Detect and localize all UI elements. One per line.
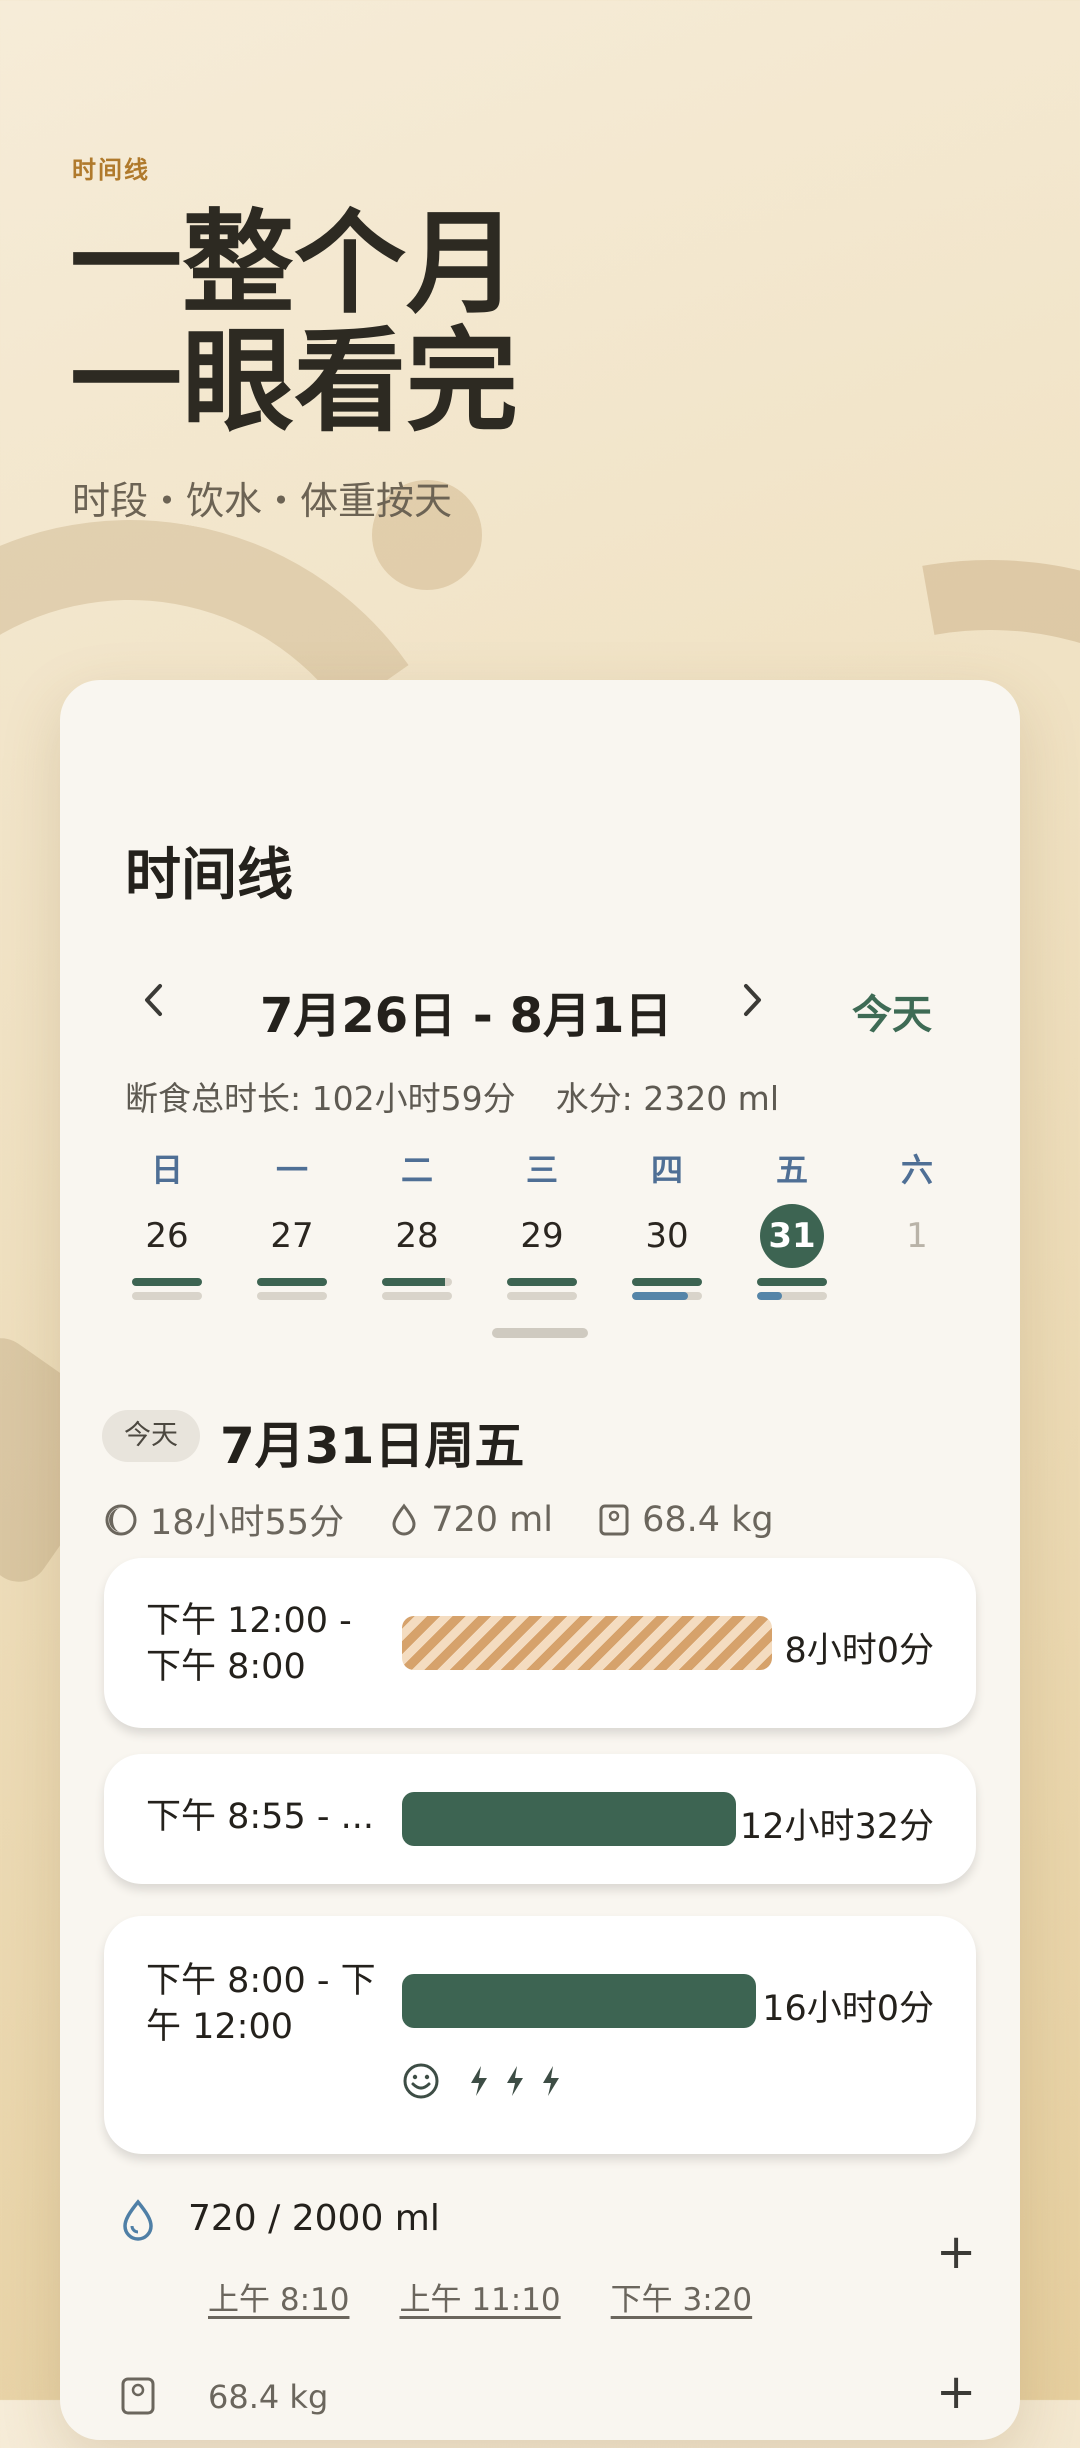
today-badge: 今天 — [102, 1410, 200, 1462]
headline-line: 一眼看完 — [70, 317, 518, 447]
weight-log: 68.4 kg + — [104, 2364, 976, 2448]
fasting-session-card[interactable]: 下午 8:00 - 下 午 12:00 16小时0分 — [104, 1916, 976, 2154]
water-stat-value: 720 ml — [431, 1499, 553, 1540]
water-drop-icon — [123, 2199, 153, 2241]
day-number: 28 — [395, 1216, 439, 1256]
session-duration: 12小时32分 — [739, 1807, 934, 1847]
chevron-left-icon — [145, 984, 162, 1016]
weekday-label: 一 — [275, 1151, 308, 1189]
day-number: 1 — [906, 1216, 928, 1256]
day-number: 27 — [270, 1216, 314, 1256]
session-progress-bar — [402, 1616, 772, 1670]
calendar-day-27[interactable]: 一 27 — [242, 1150, 342, 1300]
weight-stat: 68.4 kg — [598, 1500, 774, 1540]
water-progress-bar — [632, 1292, 702, 1300]
water-entry[interactable]: 下午 3:20 — [611, 2282, 752, 2318]
water-drop-icon — [392, 1503, 416, 1535]
week-summary: 断食总时长: 102小时59分 水分: 2320 ml — [125, 1072, 779, 1120]
weekday-label: 三 — [525, 1151, 558, 1189]
session-progress-bar — [402, 1792, 736, 1846]
fasting-stat-value: 18小时55分 — [150, 1503, 345, 1543]
chevron-right-icon — [744, 984, 761, 1016]
total-fasting-duration: 断食总时长: 102小时59分 — [125, 1079, 516, 1118]
next-week-button[interactable] — [740, 980, 766, 1031]
calendar-day-26[interactable]: 日 26 — [117, 1150, 217, 1300]
date-range: 7月26日 - 8月1日 — [260, 988, 673, 1044]
fasting-progress-bar — [257, 1278, 327, 1286]
water-progress-bar — [132, 1292, 202, 1300]
lightning-icon — [507, 2066, 523, 2096]
weekday-label: 二 — [400, 1151, 433, 1189]
session-duration: 8小时0分 — [784, 1631, 934, 1671]
water-progress-bar — [382, 1292, 452, 1300]
water-entries: 上午 8:10 上午 11:10 下午 3:20 — [208, 2274, 802, 2319]
water-entry[interactable]: 上午 8:10 — [208, 2282, 349, 2318]
session-progress-bar — [402, 1974, 756, 2028]
session-duration: 16小时0分 — [762, 1989, 934, 2029]
smile-icon — [403, 2063, 439, 2099]
moon-clock-icon — [105, 1504, 137, 1535]
scale-icon — [121, 2377, 155, 2415]
fasting-progress-bar — [507, 1278, 577, 1286]
calendar-day-1[interactable]: 六1 — [867, 1150, 967, 1268]
eyebrow-label: 时间线 — [72, 156, 150, 184]
headline-line: 一整个月 — [70, 199, 518, 329]
water-progress-bar — [757, 1292, 827, 1300]
session-tags — [402, 2062, 562, 2100]
water-progress-bar — [507, 1292, 577, 1300]
scale-icon — [599, 1504, 629, 1535]
fasting-session-card[interactable]: 下午 12:00 - 下午 8:00 8小时0分 — [104, 1558, 976, 1728]
subtitle: 时段・饮水・体重按天 — [72, 479, 453, 523]
water-amount: 720 / 2000 ml — [188, 2198, 440, 2239]
add-water-button[interactable]: + — [936, 2224, 976, 2280]
timeline-card: 时间线 7月26日 - 8月1日 今天 断食总时长: 102小时59分 水分: 2… — [60, 680, 1020, 2440]
calendar-day-31[interactable]: 五 31 — [742, 1150, 842, 1300]
water-entry[interactable]: 上午 11:10 — [399, 2282, 560, 2318]
session-time: 下午 8:55 - ... — [146, 1797, 374, 1837]
headline: 一整个月 一眼看完 — [70, 205, 518, 441]
water-log: 720 / 2000 ml 上午 8:10 上午 11:10 下午 3:20 + — [104, 2198, 976, 2338]
water-stat: 720 ml — [389, 1500, 553, 1540]
weekday-label: 六 — [900, 1151, 933, 1189]
day-number: 29 — [520, 1216, 564, 1256]
screen-title: 时间线 — [125, 843, 293, 908]
weekday-label: 四 — [650, 1151, 683, 1189]
day-number: 30 — [645, 1216, 689, 1256]
weekday-label: 五 — [775, 1151, 808, 1189]
fasting-progress-bar — [132, 1278, 202, 1286]
fasting-session-card[interactable]: 下午 8:55 - ... 12小时32分 — [104, 1754, 976, 1884]
weight-value: 68.4 kg — [208, 2378, 329, 2416]
today-button[interactable]: 今天 — [852, 982, 932, 1040]
day-title: 7月31日周五 — [220, 1417, 525, 1475]
session-time: 下午 12:00 - 下午 8:00 — [146, 1601, 352, 1687]
add-weight-button[interactable]: + — [936, 2364, 976, 2420]
lightning-icon — [543, 2066, 559, 2096]
calendar-day-30[interactable]: 四 30 — [617, 1150, 717, 1300]
total-water: 水分: 2320 ml — [555, 1079, 779, 1118]
day-stats: 18小时55分 720 ml 68.4 kg — [104, 1494, 808, 1546]
fasting-progress-bar — [632, 1278, 702, 1286]
water-progress-bar — [257, 1292, 327, 1300]
session-time: 下午 8:00 - 下 午 12:00 — [146, 1961, 376, 2047]
weight-stat-value: 68.4 kg — [642, 1499, 774, 1540]
week-strip: 日 26 一 27 二 28 三 29 四 30 五 31 六 1 — [125, 1150, 1005, 1300]
drag-handle[interactable] — [492, 1328, 588, 1338]
previous-week-button[interactable] — [140, 980, 166, 1031]
calendar-day-29[interactable]: 三 29 — [492, 1150, 592, 1300]
fasting-progress-bar — [757, 1278, 827, 1286]
day-number: 31 — [760, 1204, 824, 1268]
lightning-icon — [471, 2066, 487, 2096]
day-number: 26 — [145, 1216, 189, 1256]
fasting-progress-bar — [382, 1278, 452, 1286]
fasting-stat: 18小时55分 — [104, 1494, 344, 1545]
calendar-day-28[interactable]: 二 28 — [367, 1150, 467, 1300]
weekday-label: 日 — [150, 1151, 183, 1189]
